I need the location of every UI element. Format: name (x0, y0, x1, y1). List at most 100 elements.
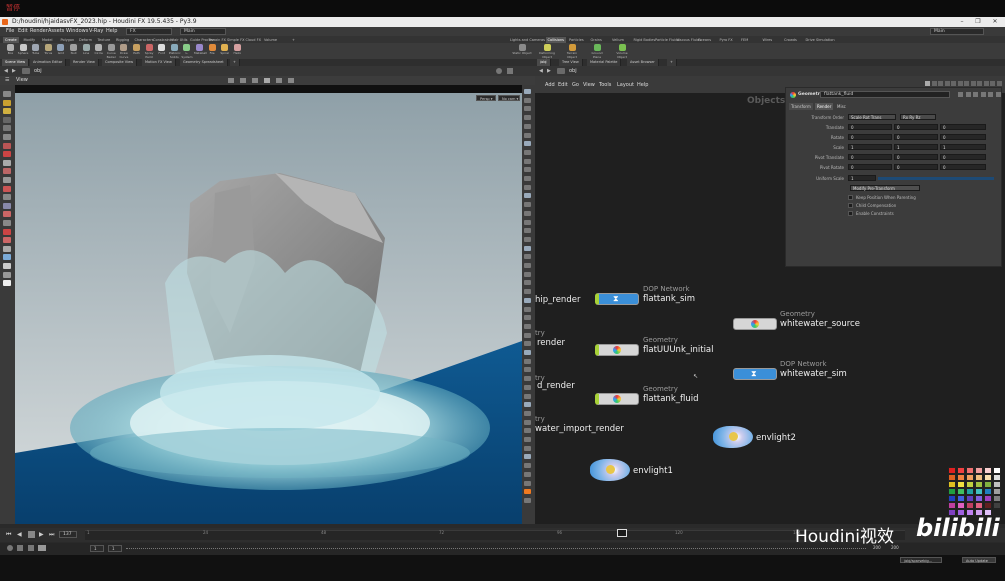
display-tool-icon[interactable] (524, 254, 531, 260)
palette-swatch[interactable] (993, 502, 1001, 509)
palette-swatch[interactable] (975, 467, 983, 474)
viewport-tool-icon[interactable] (3, 211, 11, 218)
display-tool-icon[interactable] (524, 332, 531, 338)
viewport-tool-icon[interactable] (3, 177, 11, 183)
network-tool-icon[interactable] (925, 81, 930, 86)
viewport-tool-icon[interactable] (3, 185, 11, 192)
panel-tab[interactable]: /obj (537, 59, 551, 66)
param-header-icon[interactable] (980, 92, 986, 97)
palette-swatch[interactable] (984, 502, 992, 509)
pivot-rotate-y[interactable]: 0 (894, 164, 938, 170)
display-tool-icon[interactable] (524, 210, 531, 216)
palette-swatch[interactable] (993, 474, 1001, 481)
add-pane-tab-icon[interactable]: + (667, 59, 677, 66)
display-tool-icon[interactable] (524, 419, 531, 425)
param-tab-render[interactable]: Render (815, 103, 834, 110)
display-tool-icon[interactable] (524, 89, 531, 94)
shelf-tool-file[interactable]: File (207, 44, 218, 55)
display-tool-icon[interactable] (524, 149, 531, 155)
display-tool-icon[interactable] (524, 106, 531, 112)
back-arrow-icon[interactable]: ◀ (539, 68, 543, 74)
display-tool-icon[interactable] (524, 245, 531, 251)
shelf-tool-path[interactable]: Path (131, 44, 142, 55)
palette-swatch[interactable] (957, 488, 965, 495)
network-tool-icon[interactable] (990, 81, 995, 86)
display-tool-icon[interactable] (524, 445, 531, 451)
palette-swatch[interactable] (948, 474, 956, 481)
palette-swatch[interactable] (966, 502, 974, 509)
network-tool-icon[interactable] (996, 81, 1002, 86)
display-tool-icon[interactable] (524, 358, 531, 364)
display-tool-icon[interactable] (524, 497, 531, 503)
palette-swatch[interactable] (966, 467, 974, 474)
palette-swatch[interactable] (975, 495, 983, 502)
viewport-tool-icon[interactable] (3, 263, 11, 269)
shelf-tool-spray-paint[interactable]: Spray Paint (144, 44, 155, 59)
audio-toggle[interactable] (38, 545, 46, 551)
palette-swatch[interactable] (966, 474, 974, 481)
node-name-label[interactable]: envlight1 (633, 466, 673, 476)
uniform-scale-slider[interactable] (878, 177, 994, 180)
param-tab-transform[interactable]: Transform (789, 103, 813, 110)
pivot-rotate-x[interactable]: 0 (848, 164, 892, 170)
display-tool-icon[interactable] (524, 437, 531, 442)
desktop-main-field[interactable]: Main (180, 28, 226, 35)
viewport-tool-icon[interactable] (3, 142, 11, 149)
translate-z[interactable]: 0 (940, 124, 986, 130)
param-header-icon[interactable] (973, 92, 978, 97)
network-tool-icon[interactable] (977, 81, 982, 86)
node-name-label[interactable]: flattank_sim (643, 294, 695, 304)
display-tool-icon[interactable] (524, 489, 531, 495)
cut-node-label[interactable]: water_import_render (535, 424, 624, 434)
viewport-tool-icon[interactable] (3, 116, 11, 123)
palette-swatch[interactable] (993, 495, 1001, 502)
display-tool-icon[interactable] (524, 115, 531, 121)
status-path-field[interactable]: /obj/sparsebig... (900, 557, 942, 563)
add-pane-tab-icon[interactable]: + (230, 59, 240, 66)
network-tool-icon[interactable] (957, 81, 963, 86)
display-tool-icon[interactable] (524, 123, 531, 129)
palette-swatch[interactable] (957, 502, 965, 509)
enable-constraints-checkbox[interactable] (848, 211, 853, 216)
panel-tab[interactable]: Scene View (2, 59, 30, 66)
viewport-tool-icon[interactable] (3, 108, 11, 115)
palette-swatch[interactable] (948, 488, 956, 495)
viewport-tool-icon[interactable] (3, 237, 11, 244)
display-tool-icon[interactable] (524, 315, 531, 321)
node-name-label[interactable]: flattank_fluid (643, 394, 699, 404)
viewport-tool-icon[interactable] (3, 194, 11, 201)
display-tool-icon[interactable] (524, 393, 531, 399)
pivot-rotate-z[interactable]: 0 (940, 164, 986, 170)
palette-swatch[interactable] (984, 467, 992, 474)
stop-button[interactable] (28, 531, 35, 538)
pivot-translate-x[interactable]: 0 (848, 154, 892, 160)
scene-viewport[interactable]: Persp ▾ No cam ▾ (15, 93, 522, 524)
shelf-tool-l-system[interactable]: L-System (181, 44, 193, 59)
shelf-tool-helix[interactable]: Helix (232, 44, 243, 55)
display-tool-icon[interactable] (524, 297, 531, 303)
child-compensation-checkbox[interactable] (848, 203, 853, 208)
palette-swatch[interactable] (984, 474, 992, 481)
display-tool-icon[interactable] (524, 463, 531, 469)
network-tool-icon[interactable] (970, 81, 976, 86)
viewport-tool-icon[interactable] (3, 271, 11, 278)
display-options-icon[interactable] (252, 78, 258, 83)
keys-toggle[interactable] (28, 545, 34, 551)
modify-pre-transform-button[interactable]: Modify Pre-Transform (850, 185, 920, 191)
pivot-translate-z[interactable]: 0 (940, 154, 986, 160)
shelf-tool-terrain-object[interactable]: Terrain Object (562, 44, 582, 59)
net-menu-view[interactable]: View (583, 82, 595, 88)
pivot-translate-y[interactable]: 0 (894, 154, 938, 160)
viewport-tool-icon[interactable] (3, 245, 11, 252)
lighting-icon[interactable] (288, 78, 294, 83)
display-tool-icon[interactable] (524, 289, 531, 295)
shelf-tool-static-object[interactable]: Static Object (512, 44, 532, 55)
panel-tab[interactable]: Tree View (559, 59, 583, 66)
rotate-y[interactable]: 0 (894, 134, 938, 140)
param-node-name[interactable]: flattank_fluid (820, 91, 950, 98)
pane-menu-icon[interactable] (507, 68, 513, 74)
forward-arrow-icon[interactable]: ▶ (547, 68, 551, 74)
current-frame-field[interactable]: 137 (59, 531, 77, 538)
palette-swatch[interactable] (966, 481, 974, 488)
camera-icon[interactable] (276, 78, 282, 83)
